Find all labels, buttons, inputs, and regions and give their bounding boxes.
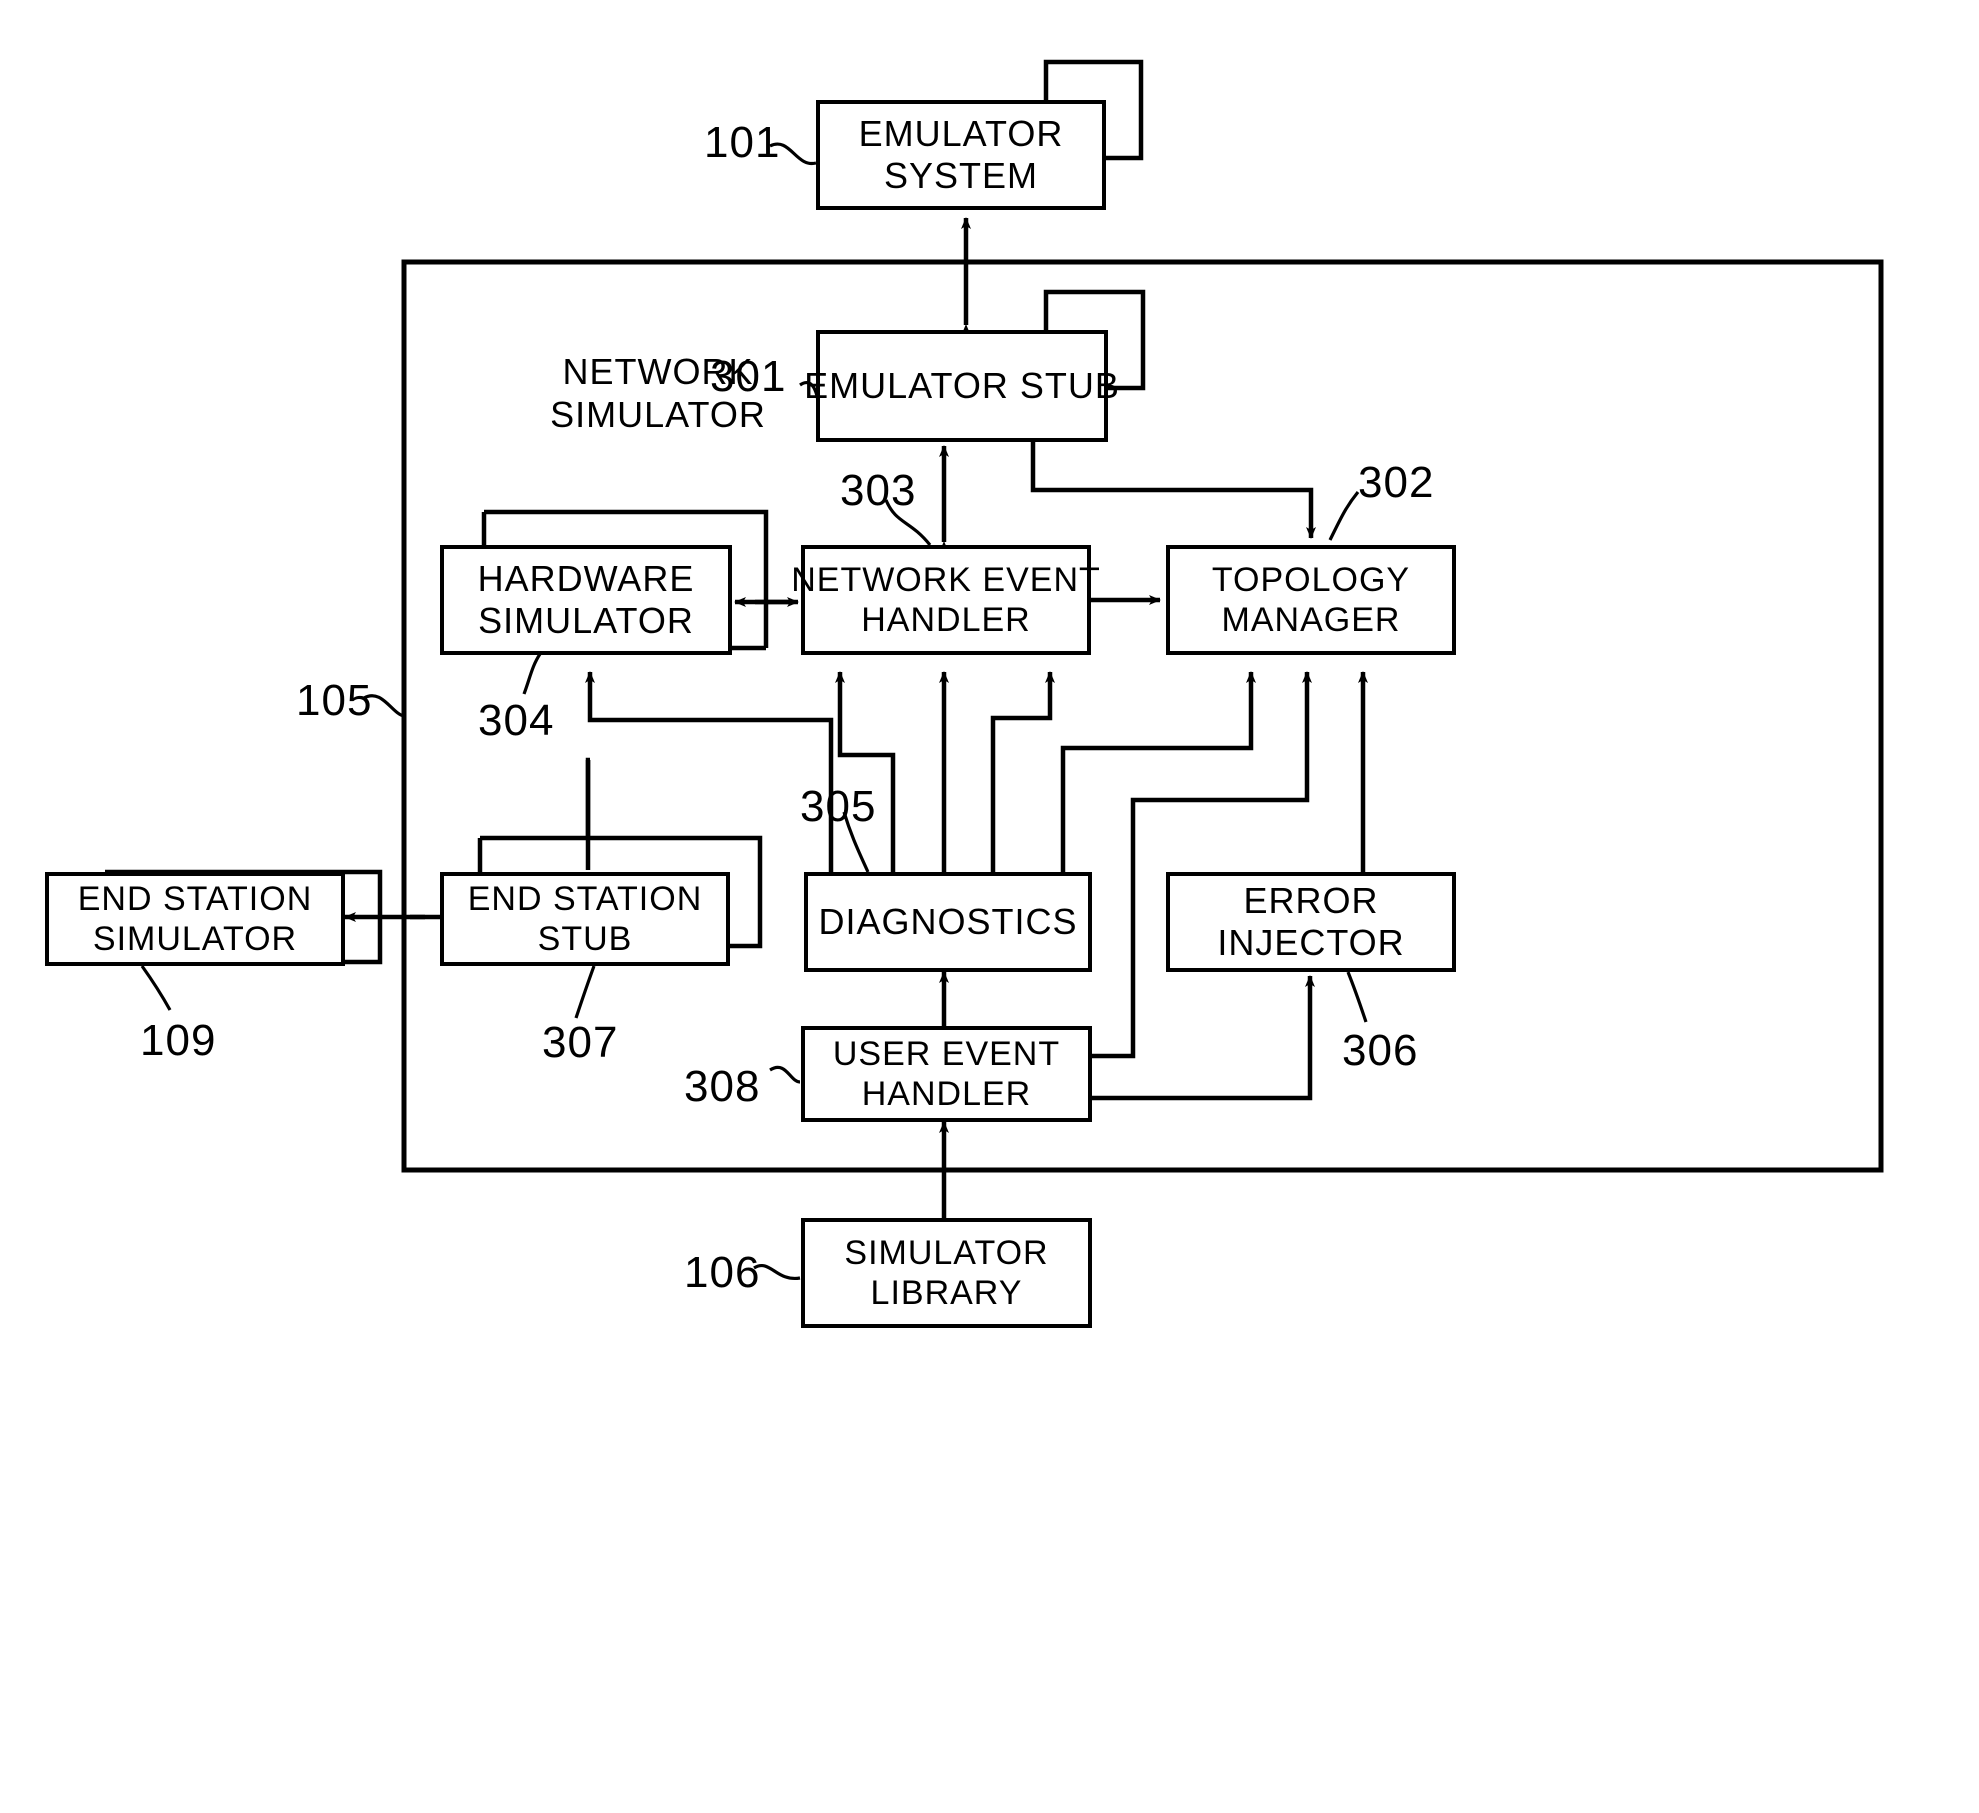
conn-ueh-topology: [1092, 671, 1312, 1059]
block-emulator-stub-line-0: EMULATOR STUB: [804, 364, 1120, 406]
block-hardware-simulator-line-0: HARDWARE: [477, 557, 695, 599]
block-simulator-library-line-1: LIBRARY: [870, 1274, 1023, 1312]
block-end-station-stub[interactable]: END STATION STUB: [440, 872, 730, 966]
block-emulator-system-line-1: SYSTEM: [883, 155, 1039, 196]
ref-304: 304: [478, 696, 555, 745]
conn-ueh-errorinjector: [1092, 975, 1315, 1101]
ref-302: 302: [1358, 458, 1435, 507]
block-topology-manager-line-0: TOPOLOGY: [1211, 560, 1411, 599]
leader-307: [574, 965, 596, 1019]
block-end-station-simulator[interactable]: END STATION SIMULATOR: [45, 872, 345, 966]
leader-106: [753, 1264, 801, 1280]
ref-307: 307: [542, 1018, 619, 1067]
block-error-injector[interactable]: ERROR INJECTOR: [1166, 872, 1456, 972]
block-topology-manager-line-1: MANAGER: [1221, 601, 1401, 639]
block-hardware-simulator[interactable]: HARDWARE SIMULATOR: [440, 545, 732, 655]
ref-305: 305: [800, 782, 877, 831]
block-simulator-library[interactable]: SIMULATOR LIBRARY: [801, 1218, 1092, 1328]
block-end-station-simulator-line-1: SIMULATOR: [92, 920, 298, 958]
ref-105: 105: [296, 676, 373, 725]
figure-canvas: EMULATOR SYSTEM EMULATOR STUB HARDWARE S…: [0, 0, 1979, 1813]
block-topology-manager[interactable]: TOPOLOGY MANAGER: [1166, 545, 1456, 655]
block-hardware-simulator-line-1: SIMULATOR: [478, 600, 694, 641]
block-network-event-handler-line-0: NETWORK EVENT: [791, 560, 1101, 599]
conn-diagnostics-hwsim: [585, 671, 834, 872]
conn-diagnostics-topology: [1060, 671, 1256, 872]
ref-306: 306: [1342, 1026, 1419, 1075]
block-user-event-handler-line-1: HANDLER: [861, 1075, 1032, 1113]
block-end-station-stub-line-0: END STATION: [467, 879, 703, 918]
block-error-injector-line-1: INJECTOR: [1217, 922, 1405, 963]
block-emulator-stub[interactable]: EMULATOR STUB: [804, 330, 1119, 442]
ref-106: 106: [684, 1248, 761, 1297]
ref-301: 301: [710, 352, 787, 401]
conn-diagnostics-neh: [835, 671, 896, 872]
ref-308: 308: [684, 1062, 761, 1111]
leader-308: [769, 1066, 801, 1084]
ref-303: 303: [840, 466, 917, 515]
leader-109: [140, 965, 172, 1011]
block-network-event-handler-line-1: HANDLER: [861, 601, 1031, 639]
conn-emulator-stub-topology-manager: [1030, 440, 1316, 539]
block-end-station-simulator-line-0: END STATION: [77, 879, 313, 918]
leader-306: [1346, 971, 1368, 1023]
block-user-event-handler[interactable]: USER EVENT HANDLER: [801, 1026, 1092, 1122]
block-emulator-system[interactable]: EMULATOR SYSTEM: [816, 100, 1106, 210]
block-error-injector-line-0: ERROR: [1243, 879, 1379, 921]
leader-302: [1328, 490, 1360, 541]
ref-109: 109: [140, 1016, 217, 1065]
block-end-station-stub-line-1: STUB: [537, 920, 633, 958]
block-diagnostics[interactable]: DIAGNOSTICS: [804, 872, 1092, 972]
block-user-event-handler-line-0: USER EVENT: [832, 1034, 1061, 1073]
block-emulator-system-line-0: EMULATOR: [858, 112, 1064, 154]
block-network-event-handler[interactable]: NETWORK EVENT HANDLER: [791, 545, 1100, 655]
conn-diagnostics-neh-right: [990, 671, 1055, 872]
block-simulator-library-line-0: SIMULATOR: [844, 1233, 1049, 1272]
block-diagnostics-line-0: DIAGNOSTICS: [818, 900, 1078, 942]
leader-304: [522, 653, 542, 695]
ref-101: 101: [704, 118, 781, 167]
